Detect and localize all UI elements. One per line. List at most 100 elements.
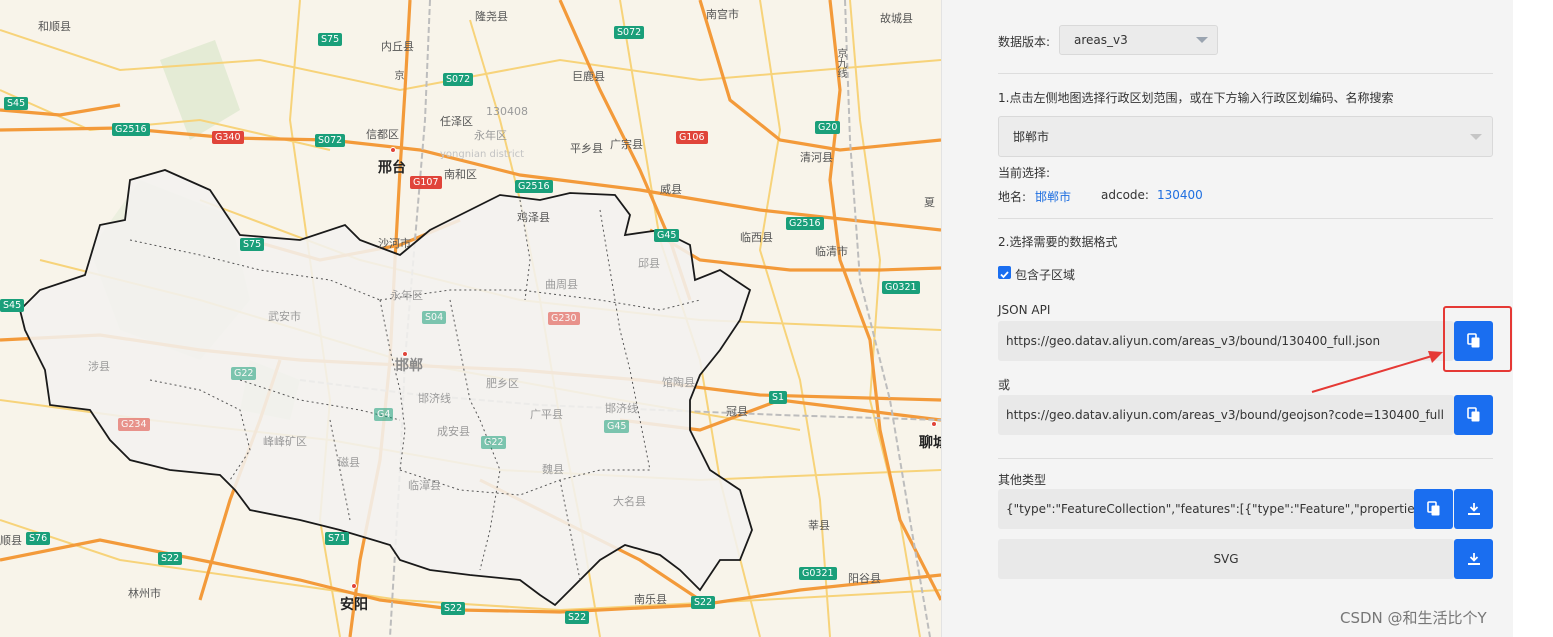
copy-geojson-data-button[interactable] — [1414, 489, 1453, 529]
city-label-handan: 邯郸 — [395, 358, 423, 374]
map-view[interactable]: 和顺县 隆尧县 南宫市 故城县 内丘县 巨鹿县 信都区 任泽区 平乡县 广宗县 … — [0, 0, 941, 637]
map-label: 林州市 — [128, 587, 161, 600]
version-select[interactable]: areas_v3 — [1059, 25, 1218, 55]
geojson-url-field[interactable]: https://geo.datav.aliyun.com/areas_v3/bo… — [998, 395, 1454, 435]
road-shield: G107 — [410, 176, 442, 189]
road-shield: S22 — [441, 602, 466, 615]
map-label: 顺县 — [0, 534, 22, 547]
map-label: 临清市 — [815, 245, 848, 258]
chevron-down-icon — [1470, 134, 1482, 140]
include-subregions-checkbox[interactable] — [998, 266, 1011, 279]
map-label: 临西县 — [740, 231, 773, 244]
divider — [998, 218, 1493, 219]
watermark: CSDN @和生活比个Y — [1340, 609, 1487, 627]
road-shield: G4 — [374, 408, 394, 421]
map-label: 南和区 — [444, 168, 477, 181]
road-shield: G20 — [815, 121, 841, 134]
city-label-xingtai: 邢台 — [378, 160, 406, 176]
road-shield: G2516 — [112, 123, 150, 136]
download-geojson-button[interactable] — [1454, 489, 1493, 529]
adcode-value: 130400 — [1157, 188, 1203, 202]
divider — [998, 73, 1493, 74]
chevron-down-icon — [1196, 37, 1208, 43]
map-label: 夏 — [924, 196, 935, 209]
map-label: 故城县 — [880, 12, 913, 25]
download-icon — [1467, 553, 1480, 565]
copy-icon — [1426, 501, 1439, 516]
map-label: 威县 — [660, 183, 682, 196]
adcode-label: adcode: — [1101, 188, 1149, 202]
map-label: 沙河市 — [378, 237, 411, 250]
map-label: 内丘县 — [381, 40, 414, 53]
map-label: 永年区 — [390, 289, 423, 302]
map-label: 平乡县 — [570, 142, 603, 155]
map-label: 邯济线 — [605, 402, 638, 415]
copy-geojson-button[interactable] — [1454, 395, 1493, 435]
road-shield: G340 — [212, 131, 244, 144]
map-label: 魏县 — [542, 463, 564, 476]
map-label: 广平县 — [530, 408, 563, 421]
download-svg-button[interactable] — [1454, 539, 1493, 579]
map-label: 临漳县 — [408, 479, 441, 492]
svg-label: SVG — [1213, 552, 1239, 566]
road-shield: S22 — [158, 552, 183, 565]
road-shield: S75 — [318, 33, 343, 46]
city-label-anyang: 安阳 — [340, 597, 368, 613]
page-margin — [1513, 0, 1553, 637]
road-shield: G22 — [231, 367, 257, 380]
map-label: 任泽区 — [440, 115, 473, 128]
road-shield: G2516 — [515, 180, 553, 193]
map-label: 冠县 — [726, 405, 748, 418]
map-label: 涉县 — [88, 360, 110, 373]
road-shield: S04 — [422, 311, 447, 324]
map-label: 清河县 — [800, 151, 833, 164]
map-label: 阳谷县 — [848, 572, 881, 585]
map-label: 巨鹿县 — [572, 70, 605, 83]
svg-field[interactable]: SVG — [998, 539, 1454, 579]
checkmark-icon — [1000, 271, 1009, 279]
include-subregions-label: 包含子区域 — [1015, 268, 1076, 282]
road-shield: S1 — [769, 391, 788, 404]
panel-gutter — [941, 0, 979, 637]
json-api-label: JSON API — [998, 303, 1051, 317]
map-label: 成安县 — [437, 425, 470, 438]
name-label: 地名: — [998, 190, 1027, 204]
json-api-url: https://geo.datav.aliyun.com/areas_v3/bo… — [1006, 334, 1381, 348]
map-label: 莘县 — [808, 519, 830, 532]
region-search-select[interactable]: 邯郸市 — [998, 116, 1493, 157]
geojson-url: https://geo.datav.aliyun.com/areas_v3/bo… — [1006, 408, 1444, 422]
other-types-label: 其他类型 — [998, 473, 1047, 487]
map-label: 京 — [392, 70, 403, 80]
version-select-value: areas_v3 — [1074, 33, 1128, 47]
city-marker-dot — [351, 583, 357, 589]
city-marker-dot — [931, 421, 937, 427]
highlight-box — [1443, 306, 1512, 372]
city-marker-dot — [390, 147, 396, 153]
current-selection-label: 当前选择: — [998, 166, 1051, 180]
json-api-url-field[interactable]: https://geo.datav.aliyun.com/areas_v3/bo… — [998, 321, 1454, 361]
road-shield: S76 — [26, 532, 51, 545]
map-label: 信都区 — [366, 128, 399, 141]
road-shield: S072 — [315, 134, 346, 147]
road-shield: S45 — [4, 97, 29, 110]
map-label: 曲周县 — [545, 278, 578, 291]
map-label: 隆尧县 — [475, 10, 508, 23]
other-types-field[interactable]: {"type":"FeatureCollection","features":[… — [998, 489, 1414, 529]
map-label: 大名县 — [613, 495, 646, 508]
road-shield: S45 — [0, 299, 25, 312]
divider — [998, 458, 1493, 459]
map-label: 广宗县 — [610, 138, 643, 151]
road-shield: G230 — [548, 312, 580, 325]
map-label: 邱县 — [638, 257, 660, 270]
map-label: 南乐县 — [634, 593, 667, 606]
road-shield: G45 — [604, 420, 630, 433]
road-shield: S22 — [691, 596, 716, 609]
map-label: 南宫市 — [706, 8, 739, 21]
road-shield: S072 — [614, 26, 645, 39]
map-label: 磁县 — [338, 456, 360, 469]
map-label: 130408 — [486, 105, 528, 118]
other-types-value: {"type":"FeatureCollection","features":[… — [1006, 502, 1414, 516]
step2-instruction: 2.选择需要的数据格式 — [998, 235, 1118, 249]
road-shield: G0321 — [882, 281, 920, 294]
map-canvas[interactable] — [0, 0, 941, 637]
